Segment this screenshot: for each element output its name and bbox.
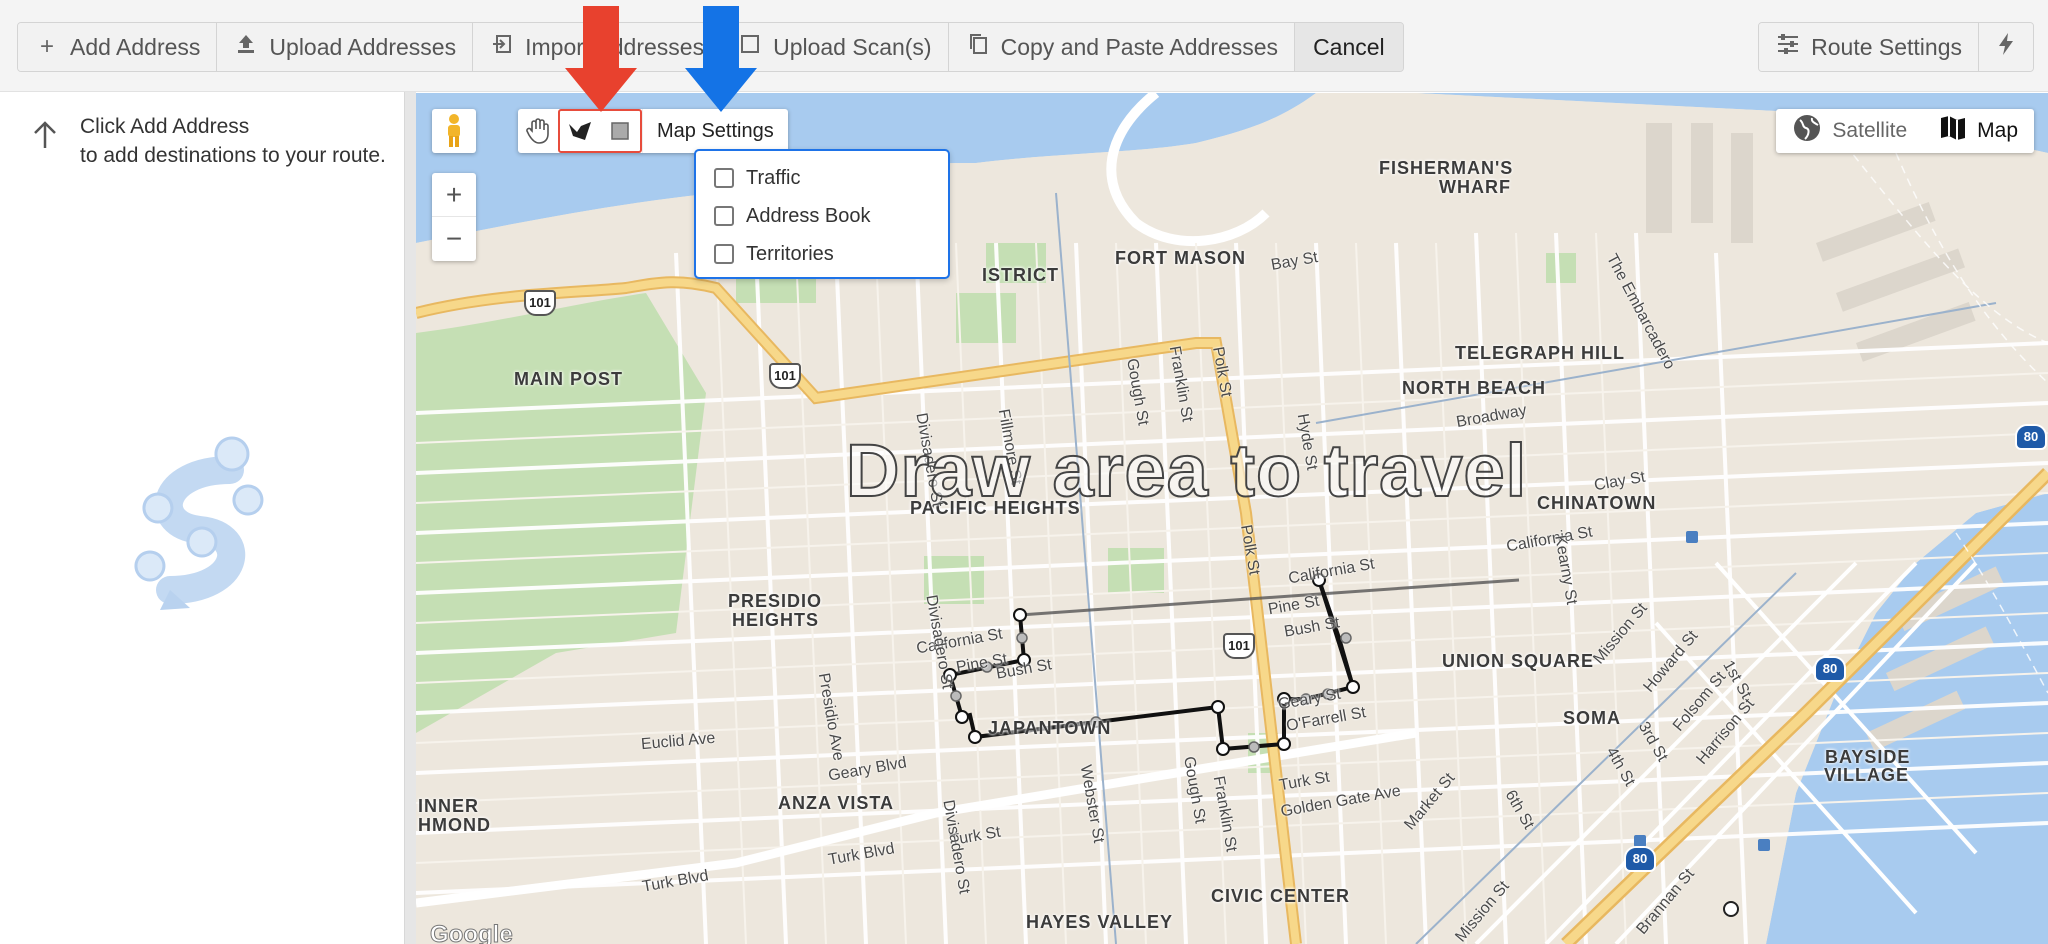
copy-paste-addresses-button[interactable]: Copy and Paste Addresses — [948, 23, 1296, 71]
label-presidio-heights-1: PRESIDIO — [728, 591, 823, 611]
upload-scans-label: Upload Scan(s) — [773, 33, 932, 60]
territories-checkbox[interactable] — [714, 244, 734, 264]
label-japantown: JAPANTOWN — [988, 718, 1112, 738]
address-book-checkbox[interactable] — [714, 206, 734, 226]
add-address-label: Add Address — [70, 33, 201, 60]
i80-shield-icon: 80 — [1814, 656, 1846, 682]
cancel-button[interactable]: Cancel — [1295, 23, 1403, 71]
map-button[interactable]: Map — [1923, 109, 2034, 153]
sliders-icon — [1775, 33, 1801, 62]
label-union-square: UNION SQUARE — [1442, 651, 1595, 671]
label-fishermans-wharf-1: FISHERMAN'S — [1379, 158, 1514, 178]
route-actions-group: Route Settings — [1758, 22, 2034, 72]
top-toolbar: + Add Address Upload Addresses Import Ad… — [0, 0, 2048, 92]
hint-line-2: to add destinations to your route. — [80, 144, 386, 167]
draw-rectangle-icon[interactable] — [600, 111, 640, 151]
label-inner-richmond-1: INNER — [418, 796, 480, 816]
upload-addresses-button[interactable]: Upload Addresses — [217, 23, 474, 71]
label-fort-mason: FORT MASON — [1115, 248, 1246, 268]
label-inner-richmond-2: HMOND — [418, 815, 491, 835]
blue-arrow-callout-icon — [685, 6, 757, 112]
optimize-button[interactable] — [1979, 23, 2033, 71]
label-district: ISTRICT — [982, 265, 1059, 285]
option-territories-label: Territories — [746, 242, 834, 265]
zoom-in-button[interactable]: + — [432, 173, 476, 217]
label-chinatown: CHINATOWN — [1537, 493, 1657, 513]
google-logo: Google — [430, 921, 514, 944]
label-anza-vista: ANZA VISTA — [778, 793, 894, 813]
route-settings-button[interactable]: Route Settings — [1759, 23, 1979, 71]
i80-shield-icon: 80 — [2015, 424, 2047, 450]
us101-shield-icon: 101 — [1223, 633, 1255, 659]
plus-icon: + — [39, 33, 54, 60]
map-type-control: Satellite Map — [1776, 109, 2034, 153]
globe-icon — [1792, 113, 1822, 149]
upload-addresses-label: Upload Addresses — [269, 33, 457, 60]
label-hayes-valley: HAYES VALLEY — [1026, 912, 1174, 932]
copy-icon — [965, 32, 991, 63]
i80-shield-icon: 80 — [1624, 846, 1656, 872]
us101-shield-icon: 101 — [769, 363, 801, 389]
add-address-button[interactable]: + Add Address — [18, 23, 218, 71]
option-territories[interactable]: Territories — [714, 235, 930, 273]
street-view-pegman-icon[interactable] — [432, 109, 476, 153]
satellite-button[interactable]: Satellite — [1776, 109, 1923, 153]
route-illustration-icon — [120, 430, 280, 620]
cancel-label: Cancel — [1313, 33, 1385, 60]
satellite-label: Satellite — [1832, 119, 1908, 142]
copy-paste-label: Copy and Paste Addresses — [1000, 33, 1279, 60]
route-settings-label: Route Settings — [1811, 33, 1962, 60]
map-fold-icon — [1939, 114, 1967, 148]
draw-area-overlay-text: Draw area to travel — [845, 428, 1528, 513]
map-settings-dropdown: Traffic Address Book Territories — [694, 149, 950, 279]
map-label: Map — [1977, 119, 2018, 142]
option-traffic-label: Traffic — [746, 166, 801, 189]
zoom-control: + − — [432, 173, 476, 261]
us101-shield-icon: 101 — [524, 290, 556, 316]
option-address-book-label: Address Book — [746, 204, 871, 227]
option-address-book[interactable]: Address Book — [714, 197, 930, 235]
red-arrow-callout-icon — [565, 6, 637, 112]
label-north-beach: NORTH BEACH — [1402, 378, 1546, 398]
draw-polygon-icon[interactable] — [560, 111, 600, 151]
label-fishermans-wharf-2: WHARF — [1439, 177, 1511, 197]
lightning-icon — [1993, 32, 2019, 63]
label-main-post: MAIN POST — [514, 369, 624, 389]
label-soma: SOMA — [1563, 708, 1621, 728]
upload-icon — [233, 33, 259, 62]
label-civic-center: CIVIC CENTER — [1211, 886, 1351, 906]
label-telegraph-hill: TELEGRAPH HILL — [1455, 343, 1625, 363]
panel-resize-handle[interactable] — [404, 92, 416, 944]
hint-line-1: Click Add Address — [80, 115, 250, 138]
option-traffic[interactable]: Traffic — [714, 159, 930, 197]
zoom-out-button[interactable]: − — [432, 217, 476, 261]
label-bayside-village-2: VILLAGE — [1824, 765, 1910, 785]
traffic-checkbox[interactable] — [714, 168, 734, 188]
empty-route-hint: Click Add Address to add destinations to… — [80, 112, 386, 170]
pan-hand-icon[interactable] — [518, 109, 558, 153]
import-icon — [489, 33, 515, 62]
map-canvas[interactable]: FISHERMAN'S WHARF FORT MASON ISTRICT TEL… — [416, 93, 2048, 944]
arrow-up-icon — [32, 120, 58, 158]
label-presidio-heights-2: HEIGHTS — [732, 610, 820, 630]
